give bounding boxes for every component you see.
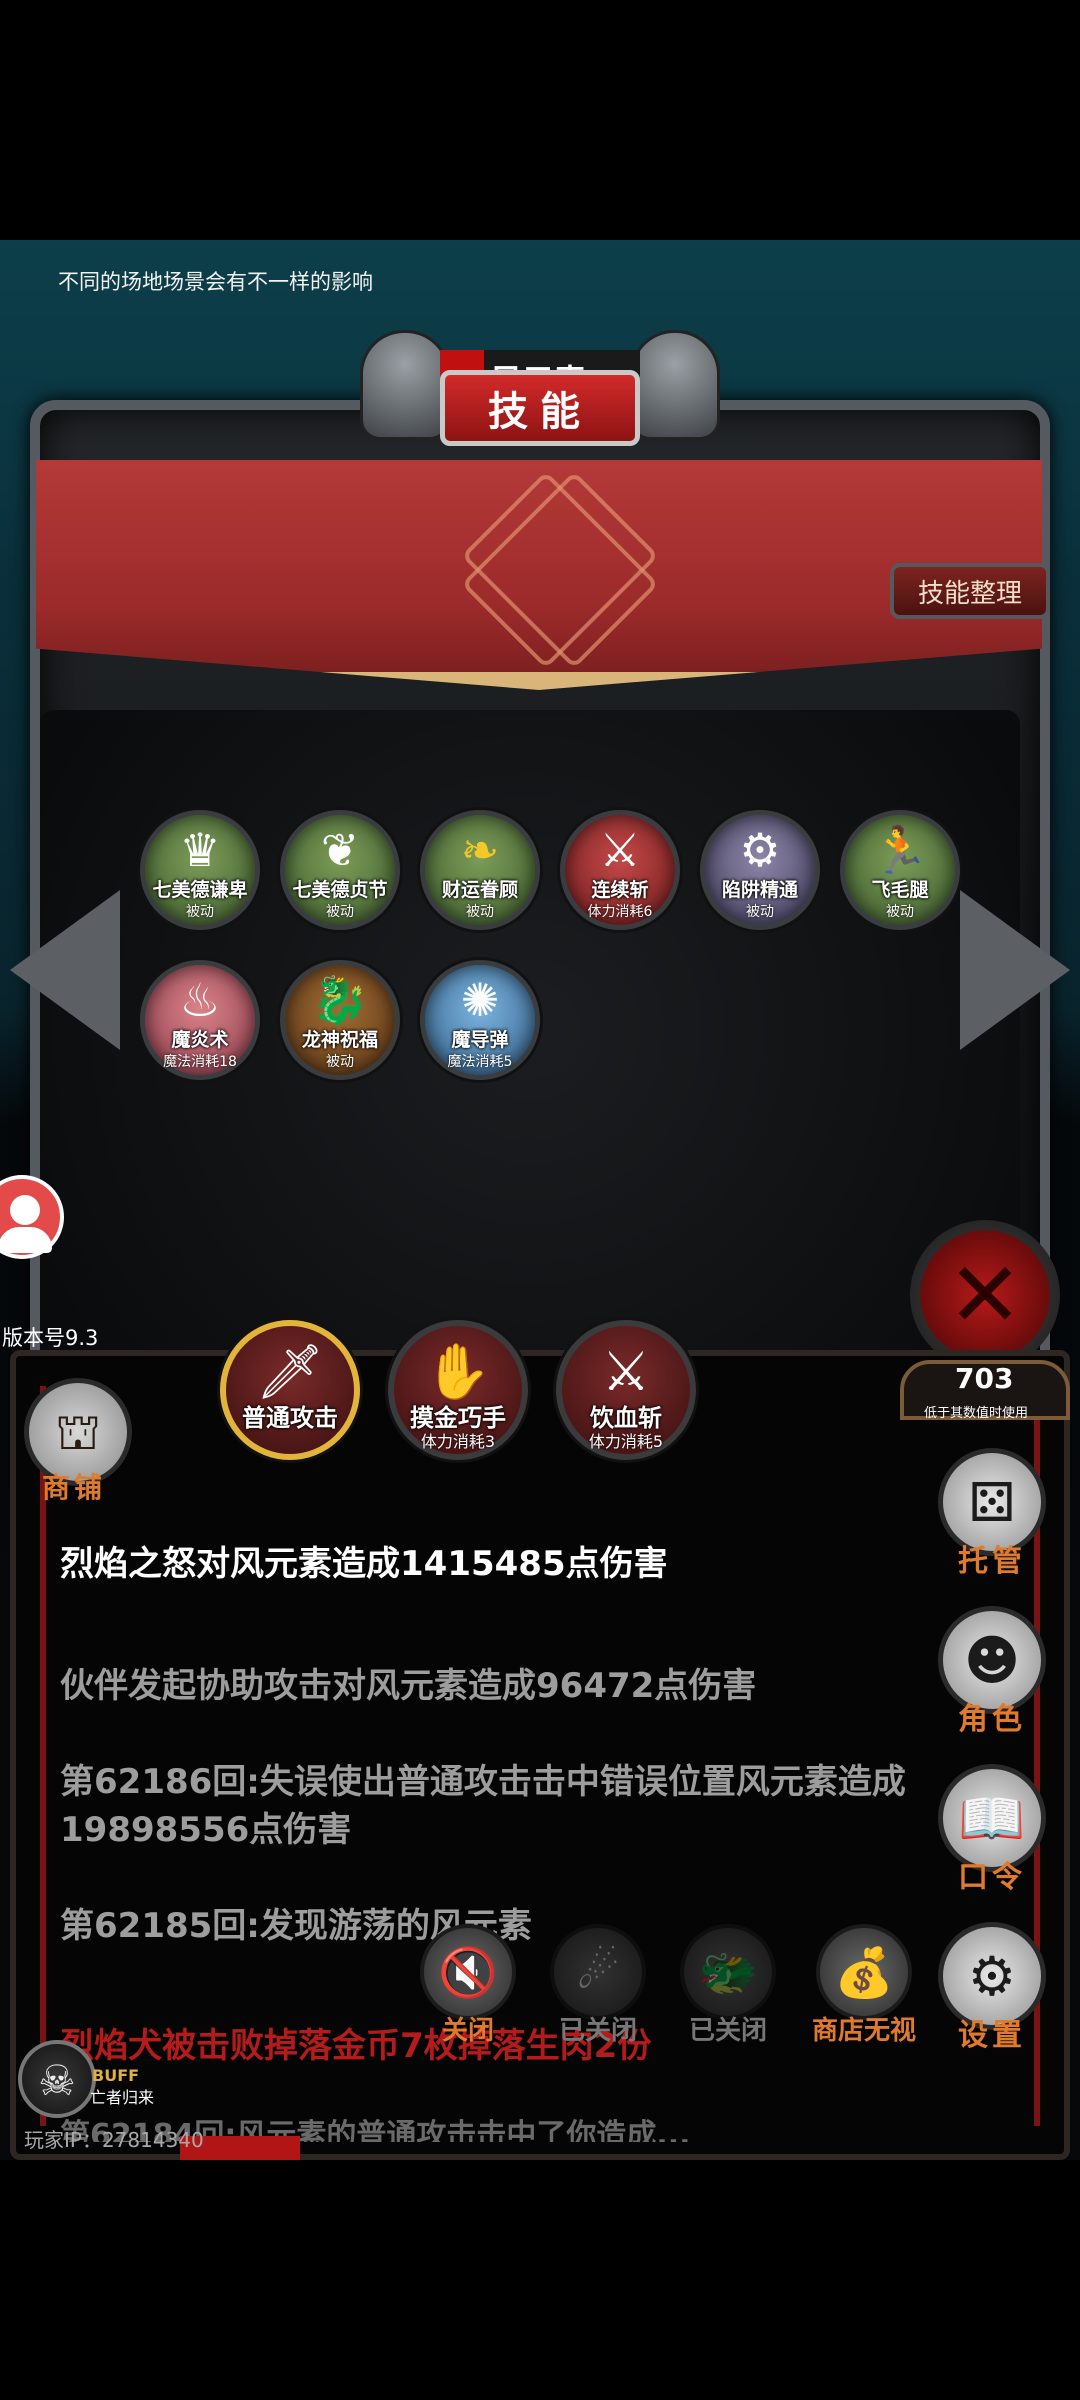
skill-name: 陷阱精通 [721, 879, 798, 901]
sort-skills-button[interactable]: 技能整理 [890, 563, 1050, 619]
book-icon: 📖 [958, 1787, 1026, 1850]
hand-icon: ✋ [424, 1340, 492, 1403]
sword-strike-icon: 🗡 [255, 1340, 325, 1403]
skill-cost: 魔法消耗5 [447, 1054, 513, 1070]
skull-icon: ☠ [38, 2056, 76, 2105]
action-cost: 体力消耗3 [420, 1432, 496, 1451]
panel-title-badge: 技能 [440, 370, 640, 446]
person-icon-body [0, 1227, 52, 1253]
dragon-icon: 🐉 [311, 973, 369, 1027]
dragon-toggle-label: 已关闭 [688, 2016, 767, 2046]
money-bag-icon: 💰 [834, 1945, 894, 2001]
runner-icon: 🏃 [871, 823, 929, 877]
skill-trap-master[interactable]: ⚙ 陷阱精通 被动 [700, 810, 820, 930]
skill-name: 魔导弹 [451, 1029, 509, 1051]
sword-icon: ⚔ [599, 823, 641, 877]
skill-magic-missile[interactable]: ✺ 魔导弹 魔法消耗5 [420, 960, 540, 1080]
version-label: 版本号9.3 [2, 1326, 99, 1350]
skill-cost: 被动 [466, 904, 494, 920]
hooded-figure-icon: ☻ [963, 1629, 1021, 1692]
skill-cost: 被动 [746, 904, 774, 920]
person-icon-head [10, 1195, 40, 1225]
skill-name: 龙神祝福 [301, 1029, 378, 1051]
shop-ignore-label: 商店无视 [811, 2016, 916, 2046]
skill-name: 七美德贞节 [292, 879, 388, 901]
skill-name: 连续斩 [591, 879, 649, 901]
auto-manage-label: 托管 [958, 1544, 1026, 1579]
buff-subtitle: 亡者归来 [90, 2088, 155, 2107]
log-line: 烈焰之怒对风元素造成1415485点伤害 [60, 1544, 668, 1584]
scene-hint: 不同的场地场景会有不一样的影响 [58, 270, 373, 294]
settings-label: 设置 [958, 2018, 1026, 2053]
password-label: 口令 [958, 1860, 1026, 1895]
effect-toggle-label: 已关闭 [558, 2016, 637, 2046]
skill-dragon-blessing[interactable]: 🐉 龙神祝福 被动 [280, 960, 400, 1080]
threshold-value[interactable]: 703 [955, 1362, 1013, 1395]
game-screen: 不同的场地场景会有不一样的影响 风元素 技能 技能整理 ♛ 七美德谦卑 被动 ❦… [0, 240, 1080, 2160]
shop-icon: ⛫ [55, 1403, 101, 1461]
gargoyle-right-icon [630, 330, 720, 440]
gargoyle-left-icon [360, 330, 450, 440]
character-label: 角色 [958, 1702, 1026, 1737]
skill-name: 飞毛腿 [871, 879, 929, 901]
action-normal-attack[interactable]: 🗡 普通攻击 [220, 1320, 360, 1460]
log-line: 第62186回:失误使出普通攻击击中错误位置风元素造成19898556点伤害 [60, 1762, 906, 1850]
skill-cost: 体力消耗6 [587, 904, 653, 920]
crown-icon: ♛ [179, 823, 221, 877]
skill-name: 七美德谦卑 [152, 879, 248, 901]
buff-title: BUFF [92, 2066, 140, 2085]
flame-icon: ♨ [179, 973, 221, 1027]
skill-demon-flame[interactable]: ♨ 魔炎术 魔法消耗18 [140, 960, 260, 1080]
skill-combo-slash[interactable]: ⚔ 连续斩 体力消耗6 [560, 810, 680, 930]
skill-cost: 被动 [326, 904, 354, 920]
skill-name: 魔炎术 [171, 1029, 229, 1051]
burst-icon: ✺ [460, 973, 500, 1027]
action-cost: 体力消耗5 [588, 1432, 664, 1451]
action-blood-slash[interactable]: ⚔ 饮血斩 体力消耗5 [556, 1320, 696, 1460]
log-line: 伙伴发起协助攻击对风元素造成96472点伤害 [60, 1666, 757, 1706]
sound-toggle-label: 关闭 [441, 2016, 494, 2046]
dragon-head-icon: 🐲 [698, 1945, 758, 2001]
skill-fortune[interactable]: ❧ 财运眷顾 被动 [420, 810, 540, 930]
effect-toggle-button[interactable]: ☄ [550, 1924, 646, 2020]
buff-badge[interactable]: ☠ [18, 2040, 96, 2118]
skill-cost: 被动 [186, 904, 214, 920]
blade-icon: ⚔ [601, 1340, 651, 1403]
comet-icon: ☄ [576, 1944, 620, 2000]
threshold-note: 低于其数值时使用 [924, 1406, 1029, 1421]
skill-cost: 被动 [326, 1054, 354, 1070]
close-panel-button[interactable]: ✕ [910, 1220, 1060, 1370]
gear-icon: ⚙ [967, 1945, 1017, 2008]
skill-chastity[interactable]: ❦ 七美德贞节 被动 [280, 810, 400, 930]
shop-ignore-button[interactable]: 💰 [816, 1924, 912, 2020]
wings-icon: ❧ [460, 823, 500, 877]
top-black-bar [0, 0, 1080, 240]
close-icon: ✕ [947, 1242, 1023, 1348]
bottom-black-bar [0, 2160, 1080, 2400]
action-name: 普通攻击 [242, 1404, 338, 1432]
next-page-arrow-icon[interactable] [960, 890, 1070, 1050]
skill-swift-feet[interactable]: 🏃 飞毛腿 被动 [840, 810, 960, 930]
action-gold-touch[interactable]: ✋ 摸金巧手 体力消耗3 [388, 1320, 528, 1460]
prev-page-arrow-icon[interactable] [10, 890, 120, 1050]
leaf-icon: ❦ [320, 823, 360, 877]
skill-name: 财运眷顾 [441, 879, 518, 901]
mute-icon: 🔇 [438, 1945, 498, 2001]
player-ip: 玩家IP：27814340 [24, 2128, 204, 2152]
dragon-toggle-button[interactable]: 🐲 [680, 1924, 776, 2020]
skill-humility[interactable]: ♛ 七美德谦卑 被动 [140, 810, 260, 930]
trap-icon: ⚙ [739, 823, 781, 877]
skill-cost: 魔法消耗18 [163, 1054, 237, 1070]
dice-icon: ⚄ [968, 1471, 1016, 1534]
sound-toggle-button[interactable]: 🔇 [420, 1924, 516, 2020]
skill-cost: 被动 [886, 904, 914, 920]
shop-label: 商铺 [42, 1471, 107, 1504]
panel-title: 技能 [488, 389, 592, 435]
